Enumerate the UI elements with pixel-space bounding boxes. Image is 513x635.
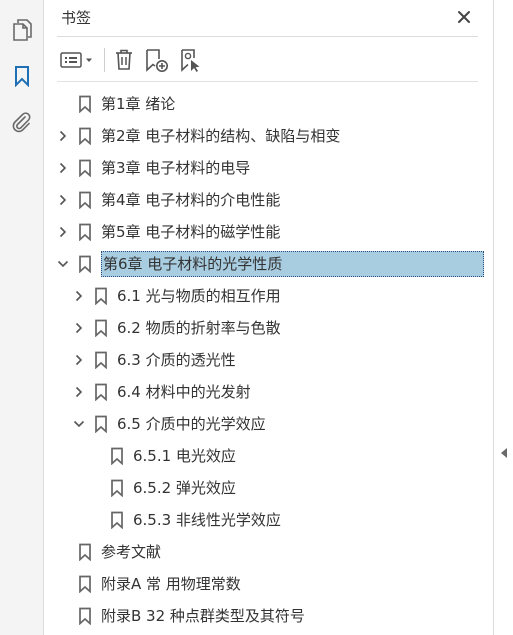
chevron-right-icon[interactable] bbox=[55, 128, 71, 144]
toolbar-separator bbox=[104, 48, 105, 72]
bookmark-label: 第4章 电子材料的介电性能 bbox=[101, 191, 281, 209]
bookmark-label: 6.1 光与物质的相互作用 bbox=[117, 287, 281, 305]
bookmark-label: 6.5 介质中的光学效应 bbox=[117, 415, 266, 433]
bookmark-label: 6.5.2 弹光效应 bbox=[133, 479, 236, 497]
bookmark-item[interactable]: 第2章 电子材料的结构、缺陷与相变 bbox=[45, 120, 493, 152]
bookmark-item[interactable]: 参考文献 bbox=[45, 536, 493, 568]
chevron-right-icon[interactable] bbox=[71, 320, 87, 336]
bookmarks-panel: 书签 第1章 绪论 第2章 电子材料的结构、缺陷与相变 第3章 电子材料的电导 … bbox=[45, 0, 493, 635]
panel-title: 书签 bbox=[61, 9, 92, 27]
bookmark-item[interactable]: 6.2 物质的折射率与色散 bbox=[45, 312, 493, 344]
bookmark-label: 6.3 介质的透光性 bbox=[117, 351, 236, 369]
collapse-panel-icon[interactable] bbox=[498, 445, 510, 461]
bookmark-item[interactable]: 附录B 32 种点群类型及其符号 bbox=[45, 600, 493, 632]
bookmark-label: 第3章 电子材料的电导 bbox=[101, 159, 251, 177]
bookmark-icon bbox=[78, 191, 92, 210]
chevron-down-icon[interactable] bbox=[71, 416, 87, 432]
bookmark-icon bbox=[110, 447, 124, 466]
chevron-right-icon[interactable] bbox=[55, 192, 71, 208]
title-divider bbox=[57, 36, 478, 37]
bookmark-from-selection-icon[interactable] bbox=[177, 45, 205, 75]
chevron-right-icon[interactable] bbox=[55, 160, 71, 176]
bookmark-icon[interactable] bbox=[7, 61, 37, 91]
bookmark-icon bbox=[78, 223, 92, 242]
chevron-right-icon[interactable] bbox=[71, 352, 87, 368]
delete-icon[interactable] bbox=[111, 45, 137, 75]
bookmark-label: 6.2 物质的折射率与色散 bbox=[117, 319, 281, 337]
navigation-rail bbox=[0, 0, 44, 635]
pages-icon[interactable] bbox=[7, 15, 37, 45]
bookmark-item[interactable]: 6.5.1 电光效应 bbox=[45, 440, 493, 472]
bookmark-item[interactable]: 第1章 绪论 bbox=[45, 88, 493, 120]
bookmark-label: 参考文献 bbox=[101, 543, 162, 561]
bookmark-icon bbox=[78, 543, 92, 562]
bookmark-icon bbox=[110, 479, 124, 498]
bookmark-label: 6.4 材料中的光发射 bbox=[117, 383, 251, 401]
bookmark-item[interactable]: 6.5 介质中的光学效应 bbox=[45, 408, 493, 440]
bookmark-item[interactable]: 6.5.2 弹光效应 bbox=[45, 472, 493, 504]
bookmark-item[interactable]: 第6章 电子材料的光学性质 bbox=[45, 248, 493, 280]
bookmark-label: 第5章 电子材料的磁学性能 bbox=[101, 223, 281, 241]
bookmark-label: 附录A 常 用物理常数 bbox=[101, 575, 241, 593]
bookmark-icon bbox=[94, 287, 108, 306]
bookmark-icon bbox=[94, 383, 108, 402]
bookmark-label: 6.5.1 电光效应 bbox=[133, 447, 236, 465]
options-menu-icon[interactable] bbox=[59, 45, 97, 75]
bookmark-icon bbox=[78, 95, 92, 114]
bookmark-icon bbox=[78, 607, 92, 626]
attachment-icon[interactable] bbox=[7, 107, 37, 137]
bookmarks-toolbar bbox=[57, 43, 478, 77]
bookmark-label: 第6章 电子材料的光学性质 bbox=[101, 251, 484, 277]
splitter-strip[interactable] bbox=[493, 0, 513, 635]
bookmark-icon bbox=[78, 159, 92, 178]
bookmark-icon bbox=[94, 351, 108, 370]
bookmark-item[interactable]: 附录A 常 用物理常数 bbox=[45, 568, 493, 600]
bookmark-label: 第1章 绪论 bbox=[101, 95, 176, 113]
bookmark-label: 第2章 电子材料的结构、缺陷与相变 bbox=[101, 127, 341, 145]
bookmark-label: 附录B 32 种点群类型及其符号 bbox=[101, 607, 305, 625]
bookmark-item[interactable]: 6.1 光与物质的相互作用 bbox=[45, 280, 493, 312]
bookmark-icon bbox=[78, 255, 92, 274]
bookmark-icon bbox=[110, 511, 124, 530]
bookmark-icon bbox=[78, 575, 92, 594]
bookmark-icon bbox=[94, 319, 108, 338]
bookmark-item[interactable]: 第4章 电子材料的介电性能 bbox=[45, 184, 493, 216]
bookmark-item[interactable]: 6.5.3 非线性光学效应 bbox=[45, 504, 493, 536]
chevron-right-icon[interactable] bbox=[71, 384, 87, 400]
close-icon[interactable] bbox=[453, 6, 475, 28]
bookmark-item[interactable]: 6.3 介质的透光性 bbox=[45, 344, 493, 376]
bookmark-icon bbox=[78, 127, 92, 146]
toolbar-divider bbox=[57, 81, 478, 82]
chevron-down-icon[interactable] bbox=[55, 256, 71, 272]
bookmark-label: 6.5.3 非线性光学效应 bbox=[133, 511, 281, 529]
new-bookmark-icon[interactable] bbox=[143, 45, 171, 75]
bookmark-item[interactable]: 第5章 电子材料的磁学性能 bbox=[45, 216, 493, 248]
chevron-right-icon[interactable] bbox=[55, 224, 71, 240]
bookmark-icon bbox=[94, 415, 108, 434]
chevron-right-icon[interactable] bbox=[71, 288, 87, 304]
bookmark-item[interactable]: 第3章 电子材料的电导 bbox=[45, 152, 493, 184]
bookmark-item[interactable]: 6.4 材料中的光发射 bbox=[45, 376, 493, 408]
